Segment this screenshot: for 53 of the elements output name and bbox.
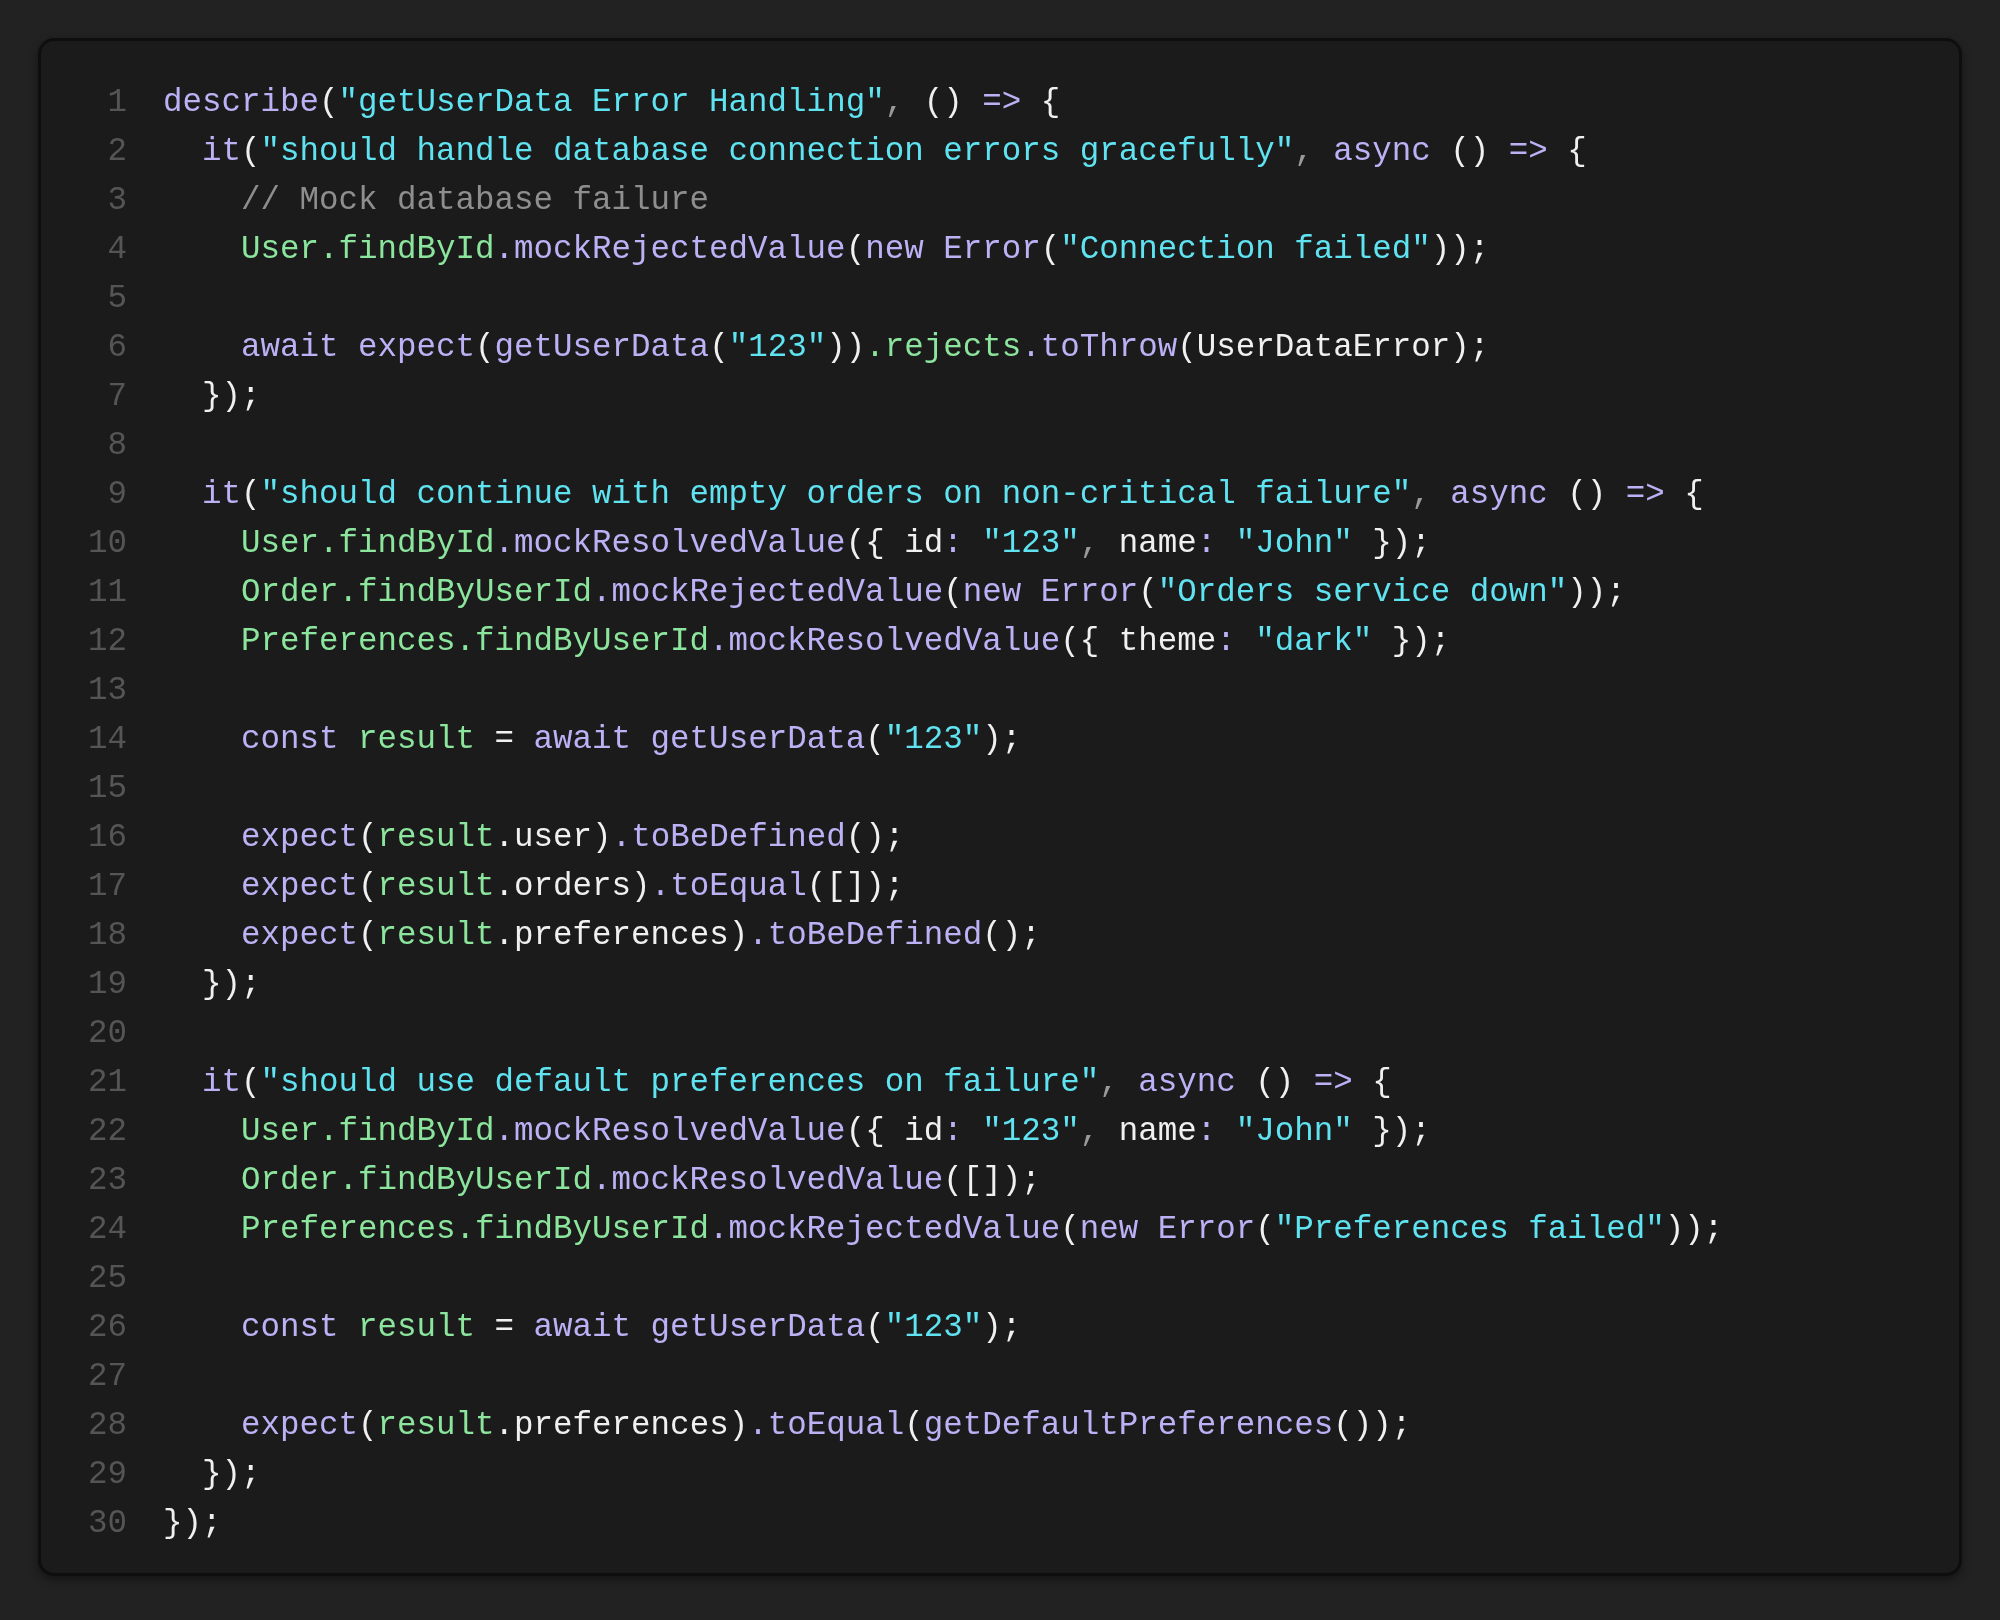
line-number: 26 xyxy=(87,1309,127,1346)
code-line: expect(result.preferences).toBeDefined(); xyxy=(240,917,1041,954)
code-line: User.findById.mockRejectedValue(new Error("Connection failed")); xyxy=(240,231,1490,268)
line-number: 6 xyxy=(106,329,127,366)
code-line: it("should continue with empty orders on non-critical failure", async () => { xyxy=(201,476,1704,513)
code-line: expect(result.orders).toEqual([]); xyxy=(240,868,905,905)
code-line: Preferences.findByUserId.mockRejectedValue(new Error("Preferences failed")); xyxy=(240,1211,1724,1248)
code-line: Preferences.findByUserId.mockResolvedValue({ theme: "dark" }); xyxy=(240,623,1451,660)
line-number: 13 xyxy=(87,672,127,709)
code-line: Order.findByUserId.mockResolvedValue([]); xyxy=(240,1162,1041,1199)
code-line: }); xyxy=(201,378,261,415)
line-number: 1 xyxy=(106,84,127,121)
line-number: 3 xyxy=(106,182,127,219)
line-number: 11 xyxy=(87,574,127,611)
code-line: expect(result.preferences).toEqual(getDefaultPreferences()); xyxy=(240,1407,1412,1444)
code-line: const result = await getUserData("123"); xyxy=(240,721,1022,758)
code-line: User.findById.mockResolvedValue({ id: "123", name: "John" }); xyxy=(240,525,1431,562)
line-number: 12 xyxy=(87,623,127,660)
code-line: await expect(getUserData("123")).rejects.toThrow(UserDataError); xyxy=(240,329,1490,366)
code-line: it("should handle database connection errors gracefully", async () => { xyxy=(201,133,1587,170)
line-number: 15 xyxy=(87,770,127,807)
line-number: 9 xyxy=(106,476,127,513)
line-number: 8 xyxy=(106,427,127,464)
code-line: expect(result.user).toBeDefined(); xyxy=(240,819,905,856)
line-number: 30 xyxy=(87,1505,127,1542)
line-number: 16 xyxy=(87,819,127,856)
line-number: 19 xyxy=(87,966,127,1003)
line-number: 24 xyxy=(87,1211,127,1248)
line-number: 14 xyxy=(87,721,127,758)
line-number: 17 xyxy=(87,868,127,905)
line-number: 5 xyxy=(106,280,127,317)
line-number: 27 xyxy=(87,1358,127,1395)
code-line: User.findById.mockResolvedValue({ id: "123", name: "John" }); xyxy=(240,1113,1431,1150)
line-number: 29 xyxy=(87,1456,127,1493)
code-line: it("should use default preferences on failure", async () => { xyxy=(201,1064,1392,1101)
code-line: const result = await getUserData("123"); xyxy=(240,1309,1022,1346)
line-number: 20 xyxy=(87,1015,127,1052)
code-line: }); xyxy=(201,966,261,1003)
code-line: }); xyxy=(163,1505,222,1542)
line-number: 21 xyxy=(87,1064,127,1101)
line-number: 2 xyxy=(106,133,127,170)
code-line: }); xyxy=(201,1456,261,1493)
code-line: describe("getUserData Error Handling", () => { xyxy=(163,84,1061,121)
line-number: 28 xyxy=(87,1407,127,1444)
line-number: 18 xyxy=(87,917,127,954)
line-number: 7 xyxy=(106,378,127,415)
line-number: 25 xyxy=(87,1260,127,1297)
line-number: 23 xyxy=(87,1162,127,1199)
line-number: 4 xyxy=(106,231,127,268)
code-line: // Mock database failure xyxy=(240,182,710,219)
line-number: 22 xyxy=(87,1113,127,1150)
code-line: Order.findByUserId.mockRejectedValue(new Error("Orders service down")); xyxy=(240,574,1626,611)
line-number: 10 xyxy=(87,525,127,562)
